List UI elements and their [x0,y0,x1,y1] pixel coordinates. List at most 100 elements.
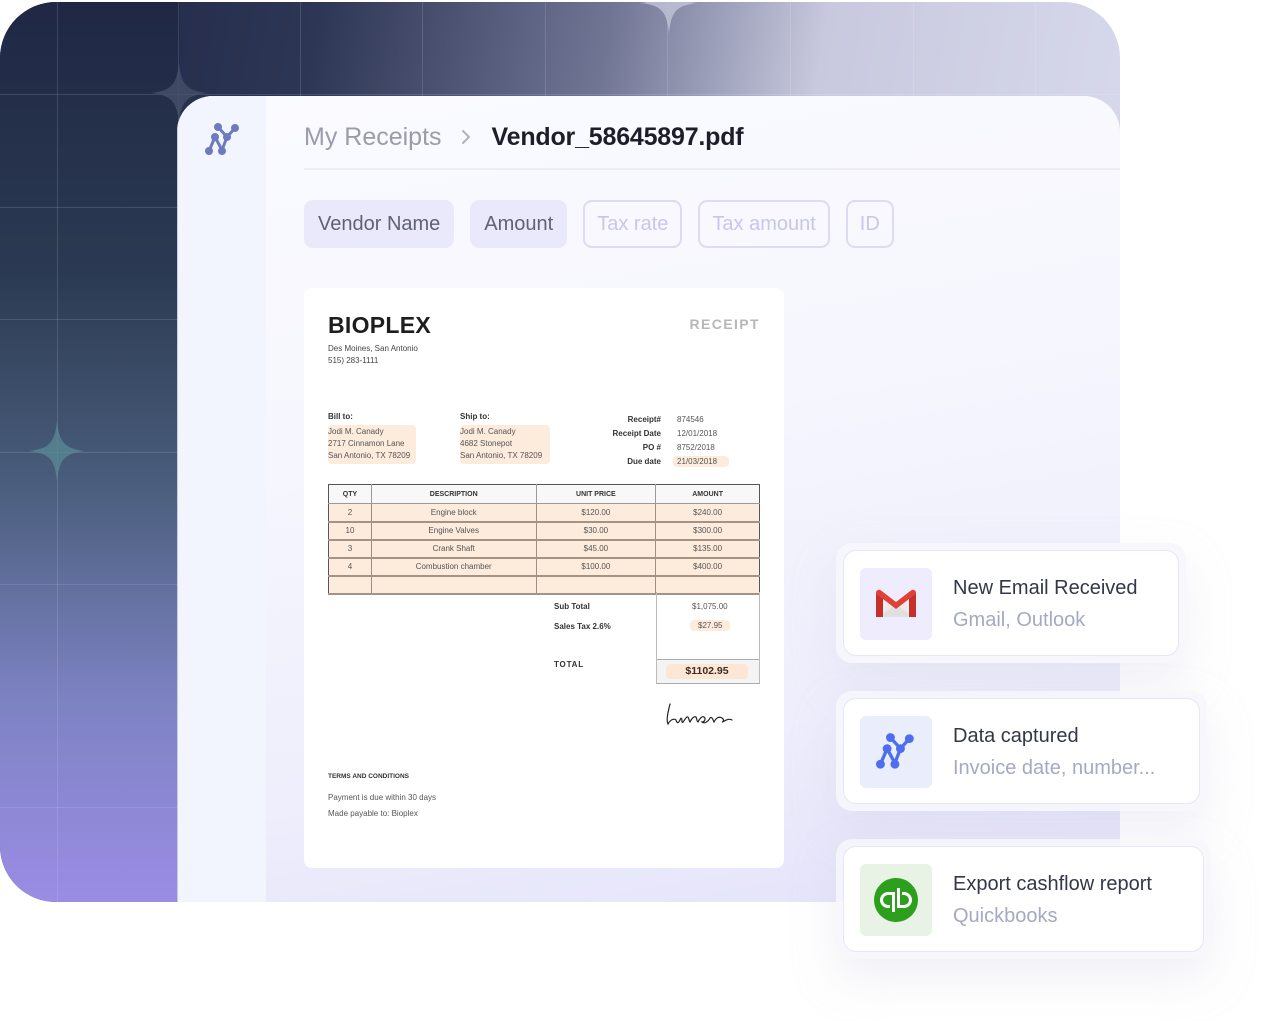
card-body: Export cashflow report Quickbooks [843,846,1204,952]
table-cell: Engine Valves [370,521,537,541]
ship-to-line: San Antonio, TX 78209 [460,451,543,460]
tax-label: Sales Tax 2.6% [554,622,611,631]
card-body: Data captured Invoice date, number... [843,698,1200,804]
meta-row: Receipt# 874546 [594,412,729,426]
ship-to-line: Jodi M. Canady [460,427,516,436]
tax-value: $27.95 [690,620,731,631]
bill-to-label: Bill to: [328,412,353,421]
ship-to-line: 4682 Stonepot [460,439,513,448]
app-logo-icon[interactable] [205,122,241,158]
ship-to-address: Jodi M. Canady 4682 Stonepot San Antonio… [460,425,550,464]
receipt-meta: Receipt# 874546 Receipt Date 12/01/2018 … [594,412,730,468]
background-gradient [0,2,180,902]
table-cell: 2 [328,503,372,523]
table-cell: $300.00 [655,521,760,541]
table-cell: Crank Shaft [370,539,537,559]
column-header: DESCRIPTION [370,484,537,504]
header-divider [304,168,1120,170]
meta-key: Receipt Date [612,428,661,438]
bill-to-line: San Antonio, TX 78209 [328,451,411,460]
table-cell [370,575,537,595]
table-row: 2 Engine block $120.00 $240.00 [328,503,760,523]
column-header: UNIT PRICE [535,484,657,504]
card-title: Export cashflow report [953,873,1152,895]
receipt-vendor-name: BIOPLEX [328,312,432,338]
table-cell: 3 [328,539,372,559]
chevron-right-icon [460,128,472,146]
table-cell: $135.00 [655,539,760,559]
phone-line: 515) 283-1111 [328,356,379,365]
quickbooks-icon [874,878,918,922]
bill-to-address: Jodi M. Canady 2717 Cinnamon Lane San An… [328,425,416,464]
bill-to-line: 2717 Cinnamon Lane [328,439,405,448]
sidebar [177,96,266,902]
notification-card-export[interactable]: Export cashflow report Quickbooks [836,839,1211,959]
card-title: New Email Received [953,577,1138,599]
chip-tax-amount[interactable]: Tax amount [698,200,830,248]
card-body: New Email Received Gmail, Outlook [843,550,1179,656]
breadcrumb: My Receipts Vendor_58645897.pdf [304,120,744,154]
meta-key: Receipt# [627,414,661,424]
column-header: QTY [328,484,372,504]
table-cell: 4 [328,557,372,577]
line-items-table: QTY DESCRIPTION UNIT PRICE AMOUNT 2 Engi… [328,484,760,595]
terms-line: Payment is due within 30 days [328,793,437,802]
sparkle-icon [28,420,86,482]
card-icon-container [860,864,932,936]
total-value: $1102.95 [666,664,748,679]
receipt-doc-title: RECEIPT [689,316,760,332]
table-cell: 10 [328,521,372,541]
table-cell [535,575,657,595]
notification-card-data-captured[interactable]: Data captured Invoice date, number... [836,691,1207,811]
table-cell: Combustion chamber [370,557,537,577]
card-subtitle: Invoice date, number... [953,757,1156,779]
chip-tax-rate[interactable]: Tax rate [583,200,683,248]
table-header-row: QTY DESCRIPTION UNIT PRICE AMOUNT [328,484,760,504]
extraction-field-chips: Vendor Name Amount Tax rate Tax amount I… [304,200,894,248]
meta-value: 874546 [677,414,704,424]
table-cell: $30.00 [535,521,657,541]
notification-card-email[interactable]: New Email Received Gmail, Outlook [836,543,1186,663]
chip-amount[interactable]: Amount [470,200,568,248]
table-cell: $100.00 [535,557,657,577]
meta-value-highlighted: 21/03/2018 [673,455,730,467]
meta-key: Due date [627,456,661,466]
receipt-vendor-address: Des Moines, San Antonio 515) 283-1111 [328,343,418,367]
table-row: 10 Engine Valves $30.00 $300.00 [328,521,760,541]
table-row: 3 Crank Shaft $45.00 $135.00 [328,539,760,559]
card-subtitle: Quickbooks [953,905,1058,927]
table-cell: Engine block [370,503,537,523]
table-row-empty [328,575,760,595]
chip-vendor-name[interactable]: Vendor Name [304,200,455,248]
address-line: Des Moines, San Antonio [328,344,418,353]
meta-value: 12/01/2018 [677,428,718,438]
table-cell: $400.00 [655,557,760,577]
table-cell: $45.00 [535,539,657,559]
card-title: Data captured [953,725,1079,747]
terms-title: TERMS AND CONDITIONS [328,773,410,780]
total-label: TOTAL [554,660,584,669]
sparkle-icon [640,2,698,34]
card-icon-container [860,716,932,788]
terms-line: Made payable to: Bioplex [328,809,418,818]
meta-value: 8752/2018 [677,442,715,452]
table-cell: $120.00 [535,503,657,523]
ship-to-label: Ship to: [460,412,490,421]
breadcrumb-parent-link[interactable]: My Receipts [304,123,442,152]
bill-to-line: Jodi M. Canady [328,427,384,436]
subtotal-label: Sub Total [554,602,590,611]
table-cell [328,575,372,595]
table-cell: $240.00 [655,503,760,523]
meta-row: Due date 21/03/2018 [594,454,730,468]
meta-row: Receipt Date 12/01/2018 [594,426,729,440]
app-logo-icon [876,733,914,769]
gmail-icon [876,589,916,617]
meta-row: PO # 8752/2018 [594,440,729,454]
column-header: AMOUNT [655,484,760,504]
receipt-document: BIOPLEX RECEIPT Des Moines, San Antonio … [304,288,784,868]
chip-id[interactable]: ID [845,200,894,248]
card-subtitle: Gmail, Outlook [953,609,1086,631]
subtotal-value: $1,075.00 [692,602,728,611]
table-row: 4 Combustion chamber $100.00 $400.00 [328,557,760,577]
card-icon-container [860,568,932,640]
